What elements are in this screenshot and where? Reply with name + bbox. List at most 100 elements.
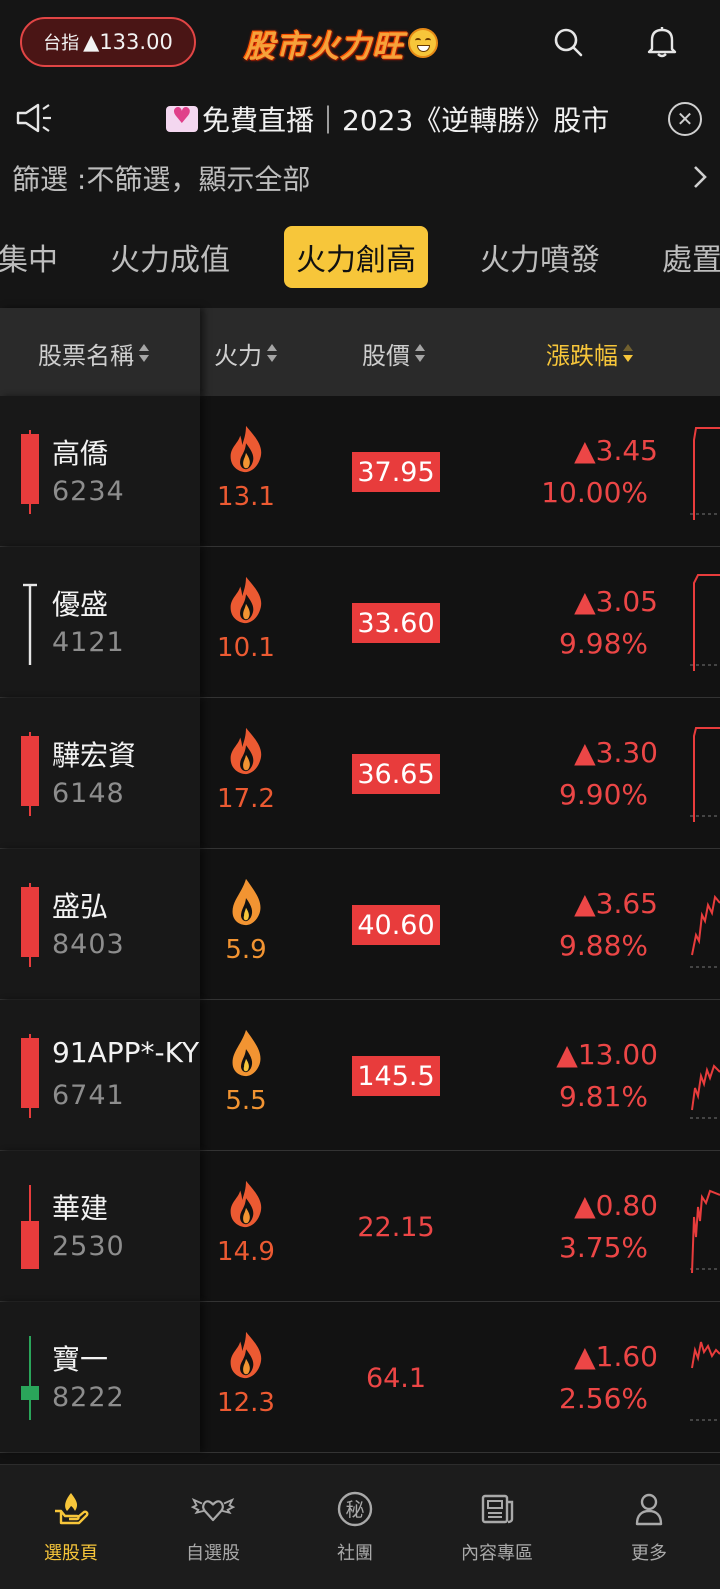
- stock-row[interactable]: 盛弘 8403 5.9 40.60 ▲3.65 9.88%: [0, 849, 720, 1000]
- intraday-sparkline: [690, 1341, 720, 1421]
- category-tabs: 集中 火力成值 火力創高 火力噴發 處置: [0, 202, 720, 308]
- column-change-label: 漲跌幅: [546, 342, 618, 370]
- stock-name: 優盛: [52, 588, 109, 621]
- stock-row[interactable]: 91APP*-KY 6741 5.5 145.5 ▲13.00 9.81%: [0, 1000, 720, 1151]
- stock-price: 145.5: [352, 1056, 440, 1096]
- stock-name: 91APP*-KY: [52, 1036, 200, 1069]
- fire-value: 17.2: [217, 784, 275, 814]
- candlestick-icon: [23, 583, 37, 665]
- nav-stock-picker[interactable]: 選股頁: [16, 1487, 126, 1577]
- sort-icon: [138, 342, 150, 366]
- stock-price: 33.60: [352, 603, 440, 643]
- nav-label: 內容專區: [461, 1543, 533, 1564]
- close-announcement-button[interactable]: ✕: [668, 102, 702, 136]
- candlestick-icon: [21, 1034, 39, 1118]
- tab-fire-turnover[interactable]: 火力成值: [110, 226, 230, 288]
- flame-icon: [232, 1029, 261, 1077]
- stock-name-cell: 寶一 8222: [0, 1302, 200, 1452]
- winged-heart-icon: [191, 1487, 235, 1531]
- column-name-label: 股票名稱: [38, 342, 134, 370]
- stock-code: 6148: [52, 778, 125, 809]
- intraday-sparkline: [690, 1064, 720, 1119]
- stock-name-cell: 91APP*-KY 6741: [0, 1000, 200, 1150]
- column-fire-sort[interactable]: 火力: [214, 336, 278, 371]
- secret-badge-icon: 秘: [333, 1487, 377, 1531]
- stock-row[interactable]: 驊宏資 6148 17.2 36.65 ▲3.30 9.90%: [0, 698, 720, 849]
- percent-change: 9.98%: [559, 627, 648, 660]
- intraday-sparkline: [690, 574, 720, 671]
- flame-icon: [230, 1180, 262, 1228]
- stock-code: 4121: [52, 627, 125, 658]
- megaphone-icon: [16, 103, 51, 133]
- percent-change: 3.75%: [559, 1231, 648, 1264]
- stock-name: 驊宏資: [52, 739, 137, 772]
- nav-more[interactable]: 更多: [594, 1487, 704, 1577]
- nav-community[interactable]: 秘 社團: [300, 1487, 410, 1577]
- stock-name: 高僑: [52, 437, 109, 470]
- flame-icon: [230, 1331, 262, 1379]
- nav-label: 更多: [631, 1543, 667, 1564]
- chevron-right-icon: [694, 166, 707, 188]
- index-ticker-button[interactable]: 台指 ▲133.00: [20, 17, 196, 67]
- filter-row[interactable]: 篩選 :不篩選，顯示全部: [0, 152, 720, 202]
- nav-label: 社團: [337, 1543, 373, 1564]
- stock-name: 寶一: [52, 1343, 109, 1376]
- announcement-bar[interactable]: 免費直播｜2023《逆轉勝》股市 ✕: [0, 86, 720, 152]
- stock-row[interactable]: 高僑 6234 13.1 37.95 ▲3.45 10.00%: [0, 396, 720, 547]
- stock-name-cell: 盛弘 8403: [0, 849, 200, 999]
- price-change: ▲3.30: [574, 736, 658, 769]
- price-change: ▲13.00: [556, 1038, 658, 1071]
- bottom-navigation: 選股頁 自選股 秘 社團 內容專區 更多: [0, 1464, 720, 1589]
- announcement-text: 免費直播｜2023《逆轉勝》股市: [202, 104, 610, 137]
- price-change: ▲3.65: [574, 887, 658, 920]
- stock-row[interactable]: 優盛 4121 10.1 33.60 ▲3.05 9.98%: [0, 547, 720, 698]
- stock-price: 64.1: [365, 1362, 427, 1394]
- price-change: ▲0.80: [574, 1189, 658, 1222]
- stock-name-cell: 驊宏資 6148: [0, 698, 200, 848]
- search-icon: [554, 28, 583, 57]
- candlestick-icon: [21, 430, 39, 514]
- fire-value: 13.1: [217, 482, 275, 512]
- sort-icon: [414, 342, 426, 366]
- price-change: ▲1.60: [574, 1340, 658, 1373]
- stock-code: 8222: [52, 1382, 125, 1413]
- candlestick-icon: [21, 883, 39, 967]
- tab-fire-burst[interactable]: 火力噴發: [480, 226, 600, 288]
- stock-code: 6741: [52, 1080, 125, 1111]
- intraday-sparkline: [690, 1189, 720, 1274]
- stock-code: 6234: [52, 476, 125, 507]
- price-change: ▲3.05: [574, 585, 658, 618]
- stock-row[interactable]: 寶一 8222 12.3 64.1 ▲1.60 2.56%: [0, 1302, 720, 1453]
- nav-watchlist[interactable]: 自選股: [158, 1487, 268, 1577]
- percent-change: 9.90%: [559, 778, 648, 811]
- tab-concentrated[interactable]: 集中: [0, 226, 58, 288]
- tab-disposal[interactable]: 處置: [662, 226, 720, 288]
- stock-name: 華建: [52, 1192, 109, 1225]
- close-icon: ✕: [676, 107, 694, 131]
- column-name-sort[interactable]: 股票名稱: [38, 336, 150, 371]
- fire-value: 12.3: [217, 1388, 275, 1418]
- price-change: ▲3.45: [574, 434, 658, 467]
- search-button[interactable]: [548, 22, 588, 62]
- intraday-sparkline: [690, 427, 720, 520]
- heart-icon: [166, 104, 198, 132]
- flame-icon: [230, 576, 262, 624]
- person-icon: [627, 1487, 671, 1531]
- stock-price: 40.60: [352, 905, 440, 945]
- notification-button[interactable]: [642, 22, 682, 62]
- smile-emoji-icon: [408, 28, 438, 58]
- stock-row[interactable]: 華建 2530 14.9 22.15 ▲0.80 3.75%: [0, 1151, 720, 1302]
- app-header: 台指 ▲133.00 股市火力旺: [0, 0, 720, 86]
- tab-fire-new-high[interactable]: 火力創高: [284, 226, 428, 288]
- column-change-sort[interactable]: 漲跌幅: [546, 336, 634, 371]
- stock-name-cell: 高僑 6234: [0, 396, 200, 546]
- column-price-sort[interactable]: 股價: [362, 336, 426, 371]
- stock-name-cell: 華建 2530: [0, 1151, 200, 1301]
- nav-content[interactable]: 內容專區: [442, 1487, 552, 1577]
- brand-title: 股市火力旺: [244, 28, 404, 65]
- sort-desc-icon: [622, 342, 634, 366]
- percent-change: 2.56%: [559, 1382, 648, 1415]
- stock-price: 36.65: [352, 754, 440, 794]
- index-label: 台指: [43, 33, 80, 54]
- percent-change: 9.81%: [559, 1080, 648, 1113]
